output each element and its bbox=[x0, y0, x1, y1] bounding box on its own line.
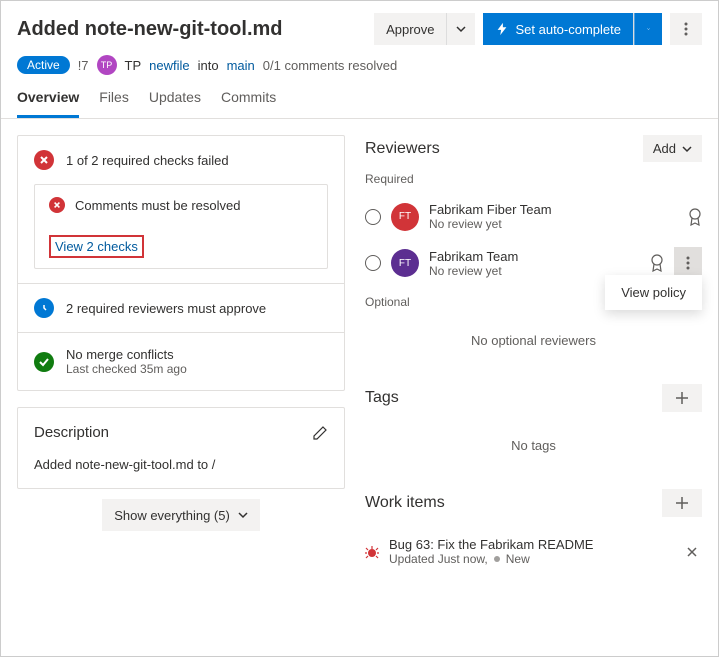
source-branch-link[interactable]: newfile bbox=[149, 58, 189, 73]
kebab-icon bbox=[684, 22, 688, 36]
add-reviewer-button[interactable]: Add bbox=[643, 135, 702, 162]
reviewer-name[interactable]: Fabrikam Team bbox=[429, 249, 640, 264]
last-checked-label: Last checked 35m ago bbox=[66, 362, 187, 376]
policy-badge-icon bbox=[688, 208, 702, 226]
close-icon bbox=[686, 546, 698, 558]
more-actions-button[interactable] bbox=[670, 13, 702, 45]
chevron-down-icon bbox=[238, 510, 248, 520]
approve-dropdown-button[interactable] bbox=[447, 13, 475, 45]
author-label: TP bbox=[125, 58, 142, 73]
chevron-down-icon bbox=[682, 144, 692, 154]
comments-must-resolve-label: Comments must be resolved bbox=[75, 198, 240, 213]
description-body: Added note-new-git-tool.md to / bbox=[34, 457, 328, 472]
edit-description-button[interactable] bbox=[312, 425, 328, 441]
work-item-row: Bug 63: Fix the Fabrikam README Updated … bbox=[365, 527, 702, 576]
no-conflicts-label: No merge conflicts bbox=[66, 347, 187, 362]
plus-icon bbox=[675, 391, 689, 405]
lightning-icon bbox=[495, 22, 509, 36]
show-everything-label: Show everything (5) bbox=[114, 508, 230, 523]
reviewer-row: FT Fabrikam Fiber Team No review yet bbox=[365, 194, 702, 239]
add-work-item-button[interactable] bbox=[662, 489, 702, 517]
comments-resolved-label: 0/1 comments resolved bbox=[263, 58, 397, 73]
work-item-updated: Updated Just now, bbox=[389, 552, 488, 566]
tab-updates[interactable]: Updates bbox=[149, 89, 201, 118]
target-branch-link[interactable]: main bbox=[227, 58, 255, 73]
show-everything-button[interactable]: Show everything (5) bbox=[102, 499, 260, 531]
add-label: Add bbox=[653, 141, 676, 156]
auto-complete-dropdown-button[interactable] bbox=[634, 13, 662, 45]
set-auto-complete-button[interactable]: Set auto-complete bbox=[483, 13, 634, 45]
tags-heading: Tags bbox=[365, 389, 399, 407]
set-auto-complete-label: Set auto-complete bbox=[515, 22, 621, 37]
bug-icon bbox=[365, 545, 379, 559]
work-item-title[interactable]: Bug 63: Fix the Fabrikam README bbox=[389, 537, 672, 552]
view-checks-link[interactable]: View 2 checks bbox=[49, 235, 144, 258]
checks-failed-label: 1 of 2 required checks failed bbox=[66, 153, 229, 168]
policy-badge-icon bbox=[650, 254, 664, 272]
work-item-state: New bbox=[506, 552, 530, 566]
tab-files[interactable]: Files bbox=[99, 89, 129, 118]
reviewer-row: FT Fabrikam Team No review yet View poli… bbox=[365, 239, 702, 287]
no-tags-label: No tags bbox=[365, 422, 702, 469]
status-badge: Active bbox=[17, 56, 70, 74]
view-policy-menu-item[interactable]: View policy bbox=[621, 285, 686, 300]
pr-id: !7 bbox=[78, 58, 89, 73]
author-avatar[interactable]: TP bbox=[97, 55, 117, 75]
tab-overview[interactable]: Overview bbox=[17, 89, 79, 118]
review-status-icon bbox=[365, 255, 381, 271]
tab-commits[interactable]: Commits bbox=[221, 89, 276, 118]
description-heading: Description bbox=[34, 424, 109, 441]
status-dot-icon bbox=[494, 556, 500, 562]
reviewers-required-label: 2 required reviewers must approve bbox=[66, 301, 266, 316]
remove-work-item-button[interactable] bbox=[682, 542, 702, 562]
clock-icon bbox=[34, 298, 54, 318]
reviewer-dropdown: View policy bbox=[605, 275, 702, 310]
required-subheading: Required bbox=[365, 172, 702, 186]
add-tag-button[interactable] bbox=[662, 384, 702, 412]
page-title: Added note-new-git-tool.md bbox=[17, 18, 366, 41]
reviewer-avatar[interactable]: FT bbox=[391, 203, 419, 231]
chevron-down-icon bbox=[647, 24, 650, 34]
chevron-down-icon bbox=[456, 24, 466, 34]
no-optional-reviewers-label: No optional reviewers bbox=[365, 317, 702, 364]
error-icon bbox=[34, 150, 54, 170]
approve-button[interactable]: Approve bbox=[374, 13, 447, 45]
work-items-heading: Work items bbox=[365, 494, 445, 512]
into-label: into bbox=[198, 58, 219, 73]
pencil-icon bbox=[312, 425, 328, 441]
reviewer-name[interactable]: Fabrikam Fiber Team bbox=[429, 202, 678, 217]
reviewers-heading: Reviewers bbox=[365, 140, 440, 158]
error-icon bbox=[49, 197, 65, 213]
kebab-icon bbox=[686, 256, 690, 270]
reviewer-avatar[interactable]: FT bbox=[391, 249, 419, 277]
review-status-icon bbox=[365, 209, 381, 225]
reviewer-status-label: No review yet bbox=[429, 217, 678, 231]
plus-icon bbox=[675, 496, 689, 510]
check-icon bbox=[34, 352, 54, 372]
